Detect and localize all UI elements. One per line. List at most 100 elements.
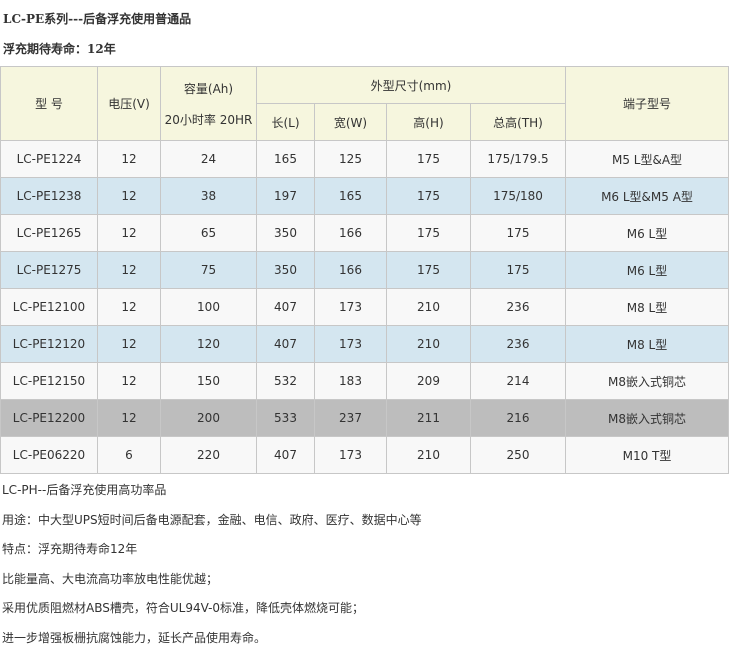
table-row: LC-PE1238 12 38 197 165 175 175/180 M6 L… [0, 177, 729, 215]
cell-model: LC-PE12120 [0, 325, 98, 363]
cell-capacity: 24 [160, 140, 257, 178]
cell-height: 175 [386, 177, 471, 215]
header-terminal: 端子型号 [565, 66, 729, 141]
cell-model: LC-PE12150 [0, 362, 98, 400]
cell-width: 183 [314, 362, 387, 400]
cell-capacity: 150 [160, 362, 257, 400]
cell-width: 125 [314, 140, 387, 178]
cell-width: 173 [314, 288, 387, 326]
header-row: 型 号 电压(V) 容量(Ah) 20小时率 20HR 外型尺寸(mm) 端子型… [0, 66, 729, 141]
cell-voltage: 12 [97, 325, 161, 363]
cell-length: 350 [256, 214, 315, 252]
cell-length: 407 [256, 288, 315, 326]
float-life-subtitle: 浮充期待寿命：12年 [3, 42, 116, 56]
note-feature: 特点：浮充期待寿命12年 [2, 542, 138, 556]
notes-section: LC-PH--后备浮充使用高功率品 用途：中大型UPS短时间后备电源配套，金融、… [2, 476, 422, 653]
cell-height: 209 [386, 362, 471, 400]
table-row: LC-PE12100 12 100 407 173 210 236 M8 L型 [0, 288, 729, 326]
cell-width: 166 [314, 214, 387, 252]
cell-length: 532 [256, 362, 315, 400]
note-energy: 比能量高、大电流高功率放电性能优越； [2, 571, 219, 586]
cell-height: 210 [386, 288, 471, 326]
header-length: 长(L) [256, 103, 315, 141]
cell-total-height: 236 [470, 325, 566, 363]
cell-voltage: 12 [97, 251, 161, 289]
cell-voltage: 12 [97, 140, 161, 178]
cell-length: 533 [256, 399, 315, 437]
cell-model: LC-PE1238 [0, 177, 98, 215]
cell-model: LC-PE06220 [0, 436, 98, 474]
header-capacity: 容量(Ah) 20小时率 20HR [160, 66, 257, 141]
cell-width: 165 [314, 177, 387, 215]
cell-length: 165 [256, 140, 315, 178]
cell-length: 407 [256, 436, 315, 474]
cell-capacity: 100 [160, 288, 257, 326]
cell-terminal: M8嵌入式铜芯 [565, 362, 729, 400]
note-abs-case: 采用优质阻燃材ABS槽壳，符合UL94V-0标准，降低壳体燃烧可能； [2, 601, 365, 615]
cell-capacity: 75 [160, 251, 257, 289]
cell-voltage: 12 [97, 399, 161, 437]
cell-terminal: M8 L型 [565, 288, 729, 326]
cell-voltage: 6 [97, 436, 161, 474]
header-capacity-rate: 20小时率 20HR [164, 112, 253, 127]
cell-capacity: 120 [160, 325, 257, 363]
cell-capacity: 200 [160, 399, 257, 437]
cell-capacity: 220 [160, 436, 257, 474]
header-voltage: 电压(V) [97, 66, 161, 141]
table-row: LC-PE12120 12 120 407 173 210 236 M8 L型 [0, 325, 729, 363]
cell-total-height: 175/179.5 [470, 140, 566, 178]
cell-total-height: 175/180 [470, 177, 566, 215]
cell-length: 350 [256, 251, 315, 289]
table-row: LC-PE12150 12 150 532 183 209 214 M8嵌入式铜… [0, 362, 729, 400]
cell-voltage: 12 [97, 177, 161, 215]
header-width: 宽(W) [314, 103, 387, 141]
page-title: LC-PE系列---后备浮充使用普通品 [3, 12, 192, 26]
cell-length: 407 [256, 325, 315, 363]
cell-terminal: M6 L型 [565, 251, 729, 289]
note-series-title: LC-PH--后备浮充使用高功率品 [2, 483, 167, 497]
cell-total-height: 250 [470, 436, 566, 474]
cell-terminal: M6 L型&M5 A型 [565, 177, 729, 215]
cell-total-height: 175 [470, 214, 566, 252]
header-model: 型 号 [0, 66, 98, 141]
cell-model: LC-PE1265 [0, 214, 98, 252]
cell-total-height: 216 [470, 399, 566, 437]
cell-terminal: M6 L型 [565, 214, 729, 252]
cell-capacity: 38 [160, 177, 257, 215]
cell-voltage: 12 [97, 214, 161, 252]
header-total-height: 总高(TH) [470, 103, 566, 141]
cell-length: 197 [256, 177, 315, 215]
cell-total-height: 236 [470, 288, 566, 326]
cell-width: 237 [314, 399, 387, 437]
cell-model: LC-PE1275 [0, 251, 98, 289]
table-row-highlighted: LC-PE12200 12 200 533 237 211 216 M8嵌入式铜… [0, 399, 729, 437]
cell-height: 210 [386, 436, 471, 474]
cell-model: LC-PE12200 [0, 399, 98, 437]
cell-terminal: M5 L型&A型 [565, 140, 729, 178]
cell-width: 173 [314, 325, 387, 363]
cell-total-height: 214 [470, 362, 566, 400]
cell-voltage: 12 [97, 288, 161, 326]
cell-voltage: 12 [97, 362, 161, 400]
cell-height: 175 [386, 214, 471, 252]
table-row: LC-PE1265 12 65 350 166 175 175 M6 L型 [0, 214, 729, 252]
cell-capacity: 65 [160, 214, 257, 252]
note-corrosion: 进一步增强板栅抗腐蚀能力，延长产品使用寿命。 [2, 630, 267, 645]
cell-height: 211 [386, 399, 471, 437]
cell-terminal: M8 L型 [565, 325, 729, 363]
header-capacity-unit: 容量(Ah) [183, 81, 234, 96]
cell-terminal: M10 T型 [565, 436, 729, 474]
table-row: LC-PE06220 6 220 407 173 210 250 M10 T型 [0, 436, 729, 474]
header-dimensions: 外型尺寸(mm) [256, 66, 566, 104]
note-usage: 用途：中大型UPS短时间后备电源配套，金融、电信、政府、医疗、数据中心等 [2, 512, 422, 527]
cell-model: LC-PE1224 [0, 140, 98, 178]
table-row: LC-PE1275 12 75 350 166 175 175 M6 L型 [0, 251, 729, 289]
cell-model: LC-PE12100 [0, 288, 98, 326]
spec-table: 型 号 电压(V) 容量(Ah) 20小时率 20HR 外型尺寸(mm) 端子型… [0, 66, 729, 474]
cell-width: 166 [314, 251, 387, 289]
cell-total-height: 175 [470, 251, 566, 289]
cell-height: 175 [386, 140, 471, 178]
cell-width: 173 [314, 436, 387, 474]
cell-terminal: M8嵌入式铜芯 [565, 399, 729, 437]
table-row: LC-PE1224 12 24 165 125 175 175/179.5 M5… [0, 140, 729, 178]
